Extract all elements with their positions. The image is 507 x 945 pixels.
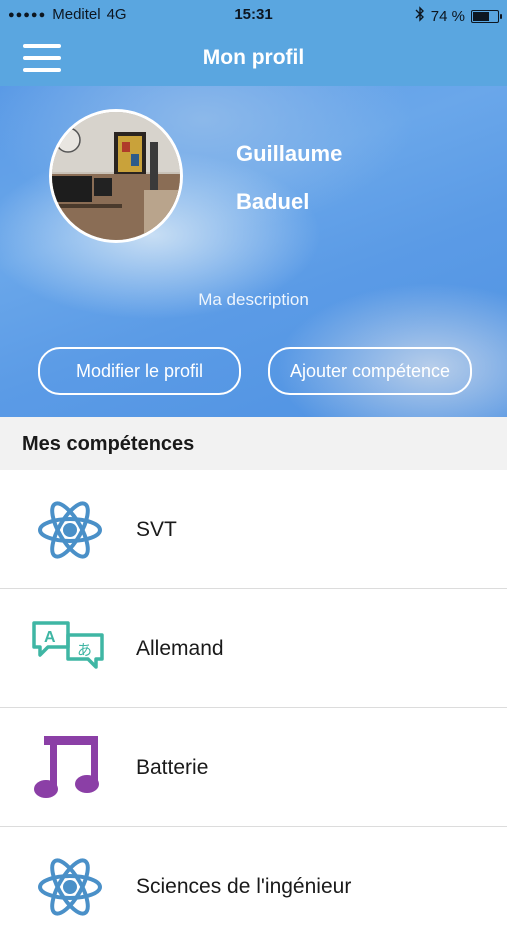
translate-icon: A あ (30, 617, 110, 681)
skill-label: Batterie (136, 756, 209, 779)
skill-label: Allemand (136, 637, 224, 660)
status-right: 74 % (415, 6, 502, 26)
section-title: Mes compétences (22, 433, 195, 455)
battery-percent: 74 % (430, 7, 465, 25)
profile-description: Ma description (198, 290, 309, 309)
svg-text:A: A (44, 629, 56, 646)
music-note-icon (30, 736, 110, 800)
add-skill-button[interactable]: Ajouter compétence (268, 347, 472, 395)
skill-label: SVT (136, 518, 177, 541)
edit-profile-button[interactable]: Modifier le profil (38, 347, 241, 395)
skills-list: SVT A あ Allemand Batterie Sciences de l'… (0, 470, 507, 945)
last-name: Baduel (236, 189, 310, 214)
avatar[interactable] (49, 109, 183, 243)
atom-icon (30, 498, 110, 562)
skills-section-header: Mes compétences (0, 417, 507, 470)
bluetooth-icon (415, 6, 425, 26)
avatar-photo (52, 112, 180, 240)
status-bar: ●●●●● Meditel 4G 15:31 74 % (0, 0, 507, 30)
list-item[interactable]: Sciences de l'ingénieur (0, 827, 507, 945)
list-item[interactable]: A あ Allemand (0, 589, 507, 708)
skill-label: Sciences de l'ingénieur (136, 875, 352, 898)
first-name: Guillaume (236, 141, 343, 166)
profile-header: Guillaume Baduel Ma description Modifier… (0, 86, 507, 417)
battery-icon (471, 9, 502, 23)
list-item[interactable]: Batterie (0, 708, 507, 827)
atom-icon (30, 855, 110, 919)
list-item[interactable]: SVT (0, 470, 507, 589)
nav-bar: Mon profil (0, 30, 507, 86)
svg-text:あ: あ (77, 641, 92, 659)
page-title: Mon profil (202, 46, 305, 69)
